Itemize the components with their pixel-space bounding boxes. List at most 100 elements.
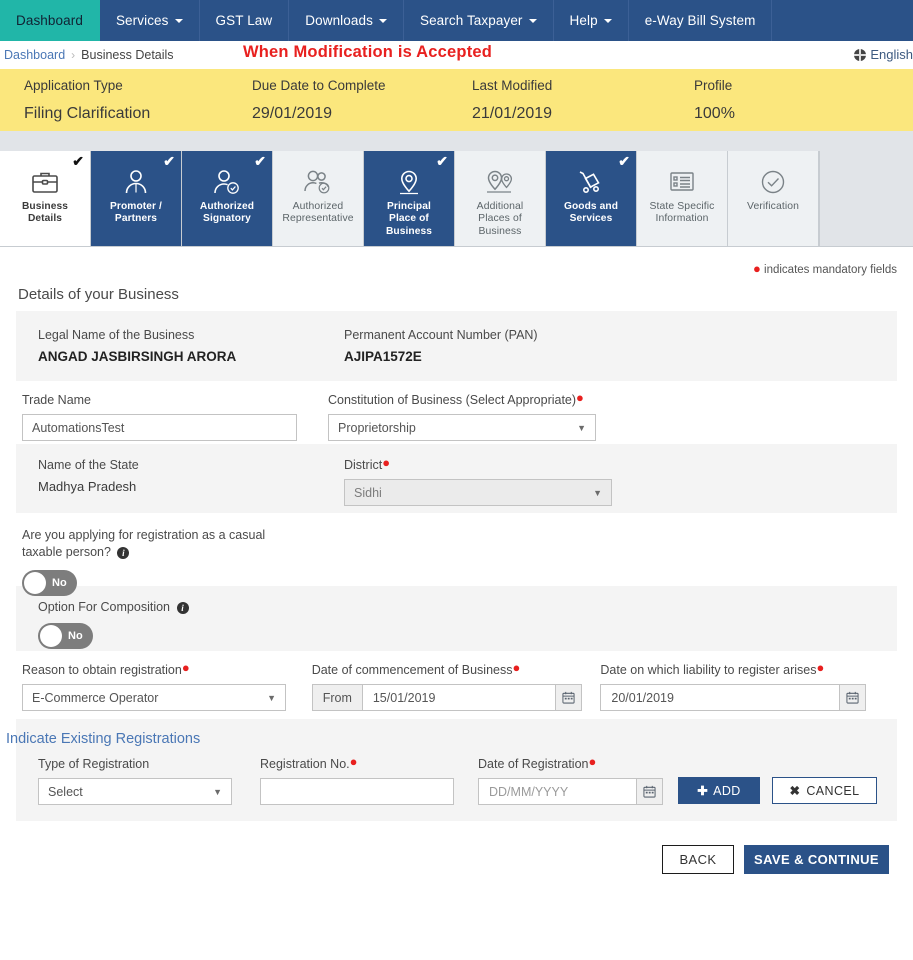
info-icon[interactable]: i [176, 601, 189, 614]
step-tab-state-specific-information[interactable]: State Specific Information [637, 151, 728, 246]
cancel-registration-button[interactable]: ✖ CANCEL [772, 777, 877, 804]
nav-item-search-taxpayer[interactable]: Search Taxpayer [404, 0, 554, 41]
step-label: Additional Places of Business [476, 201, 524, 237]
nav-item-dashboard[interactable]: Dashboard [0, 0, 100, 41]
step-tab-verification[interactable]: Verification [728, 151, 819, 246]
type-of-registration-label: Type of Registration [38, 757, 150, 771]
commencement-label: Date of commencement of Business● [312, 661, 601, 677]
step-label: State Specific Information [649, 201, 715, 225]
breadcrumb-dashboard[interactable]: Dashboard [4, 48, 65, 62]
check-icon: ✔ [163, 153, 175, 169]
step-label: Principal Place of Business [385, 201, 433, 237]
composition-panel: Option For Composition i No [16, 586, 897, 651]
type-of-registration-select[interactable]: Select ▼ [38, 778, 232, 805]
casual-taxable-panel: Are you applying for registration as a c… [0, 513, 913, 596]
step-tab-additional-places-of-business[interactable]: Additional Places of Business [455, 151, 546, 246]
legal-name-field: Legal Name of the Business ANGAD JASBIRS… [38, 328, 344, 364]
step-tab-authorized-representative[interactable]: Authorized Representative [273, 151, 364, 246]
step-tab-principal-place-of-business[interactable]: ✔ Principal Place of Business [364, 151, 455, 246]
add-registration-button[interactable]: ✚ ADD [678, 777, 760, 804]
step-label: Authorized Signatory [199, 201, 255, 225]
handtruck-icon [576, 164, 606, 200]
commencement-date-prefix: From [311, 684, 362, 711]
calendar-icon[interactable] [839, 684, 867, 711]
reason-label: Reason to obtain registration● [22, 660, 312, 677]
banner-spacer [0, 131, 913, 151]
legal-name-pan-row: Legal Name of the Business ANGAD JASBIRS… [38, 328, 897, 364]
district-label-text: District [344, 458, 383, 472]
save-and-continue-button[interactable]: SAVE & CONTINUE [744, 845, 889, 874]
summary-label-profile: Profile [694, 77, 733, 93]
step-label: Verification [746, 201, 800, 212]
check-icon: ✔ [618, 153, 630, 169]
map-pins-icon [484, 164, 516, 200]
required-marker: ● [181, 660, 190, 675]
calendar-icon[interactable] [636, 778, 663, 805]
top-navigation: Dashboard Services GST Law Downloads Sea… [0, 0, 913, 41]
required-marker: ● [816, 660, 825, 675]
registration-no-input[interactable] [260, 778, 454, 805]
trade-name-field: Trade Name [22, 393, 328, 441]
required-dot-icon: ● [752, 261, 761, 276]
casual-taxable-toggle[interactable]: No [22, 570, 77, 596]
back-button[interactable]: BACK [662, 845, 734, 874]
check-icon: ✔ [254, 153, 266, 169]
existing-registrations-actions: ✚ ADD ✖ CANCEL [678, 777, 877, 805]
district-field: District● Sidhi ▼ [344, 456, 634, 506]
commencement-date-value[interactable]: 15/01/2019 [361, 684, 555, 711]
info-icon[interactable]: i [117, 546, 130, 559]
cancel-button-label: CANCEL [806, 783, 860, 798]
nav-item-downloads[interactable]: Downloads [289, 0, 404, 41]
step-tabs-tail [819, 151, 913, 246]
language-selector[interactable]: English [854, 47, 913, 62]
liability-date-group: 20/01/2019 [600, 684, 867, 711]
nav-item-services[interactable]: Services [100, 0, 200, 41]
trade-name-input[interactable] [22, 414, 297, 441]
district-select[interactable]: Sidhi ▼ [344, 479, 612, 506]
nav-label: Dashboard [16, 13, 83, 28]
calendar-icon[interactable] [554, 684, 582, 711]
composition-toggle[interactable]: No [38, 623, 93, 649]
composition-toggle-value: No [68, 630, 83, 642]
person-icon [122, 164, 150, 200]
nav-item-gst-law[interactable]: GST Law [200, 0, 290, 41]
date-of-registration-placeholder[interactable]: DD/MM/YYYY [478, 778, 636, 805]
reason-select[interactable]: E-Commerce Operator ▼ [22, 684, 286, 711]
reason-label-text: Reason to obtain registration [22, 663, 182, 677]
application-summary-banner: Application Type Due Date to Complete La… [0, 69, 913, 131]
step-tab-business-details[interactable]: ✔ Business Details [0, 151, 91, 246]
nav-item-help[interactable]: Help [554, 0, 629, 41]
state-label: Name of the State [38, 458, 139, 472]
state-district-panel: Name of the State Madhya Pradesh Distric… [16, 444, 897, 513]
existing-registrations-title: Indicate Existing Registrations [6, 731, 201, 747]
breadcrumb-separator: › [71, 48, 76, 62]
breadcrumb-bar: Dashboard › Business Details When Modifi… [0, 41, 913, 69]
trade-constitution-row: Trade Name Constitution of Business (Sel… [22, 391, 897, 441]
briefcase-icon [31, 164, 59, 200]
trade-name-label: Trade Name [22, 393, 92, 407]
liability-date-field: Date on which liability to register aris… [600, 660, 897, 711]
person-check-icon [212, 164, 242, 200]
constitution-label-text: Constitution of Business (Select Appropr… [328, 393, 577, 407]
registration-reason-row: Reason to obtain registration● E-Commerc… [22, 660, 897, 711]
legal-name-value: ANGAD JASBIRSINGH ARORA [38, 349, 237, 364]
step-tab-promoter-partners[interactable]: ✔ Promoter / Partners [91, 151, 182, 246]
liability-date-value[interactable]: 20/01/2019 [600, 684, 840, 711]
legal-name-label: Legal Name of the Business [38, 328, 195, 342]
step-tab-authorized-signatory[interactable]: ✔ Authorized Signatory [182, 151, 273, 246]
language-label: English [870, 47, 913, 62]
chevron-down-icon [378, 18, 387, 23]
commencement-date-field: Date of commencement of Business● From 1… [311, 661, 601, 711]
add-button-label: ADD [713, 783, 741, 798]
reason-field: Reason to obtain registration● E-Commerc… [22, 660, 312, 711]
nav-item-eway-bill-system[interactable]: e-Way Bill System [629, 0, 773, 41]
chevron-down-icon [528, 18, 537, 23]
step-tab-goods-and-services[interactable]: ✔ Goods and Services [546, 151, 637, 246]
summary-label-due-date: Due Date to Complete [252, 77, 386, 93]
existing-registrations-panel: Indicate Existing Registrations Type of … [6, 719, 897, 821]
type-of-registration-field: Type of Registration Select ▼ [38, 757, 260, 805]
constitution-select[interactable]: Proprietorship ▼ [328, 414, 596, 441]
casual-taxable-question-text: Are you applying for registration as a c… [22, 528, 266, 559]
registration-no-field: Registration No.● [260, 755, 478, 805]
